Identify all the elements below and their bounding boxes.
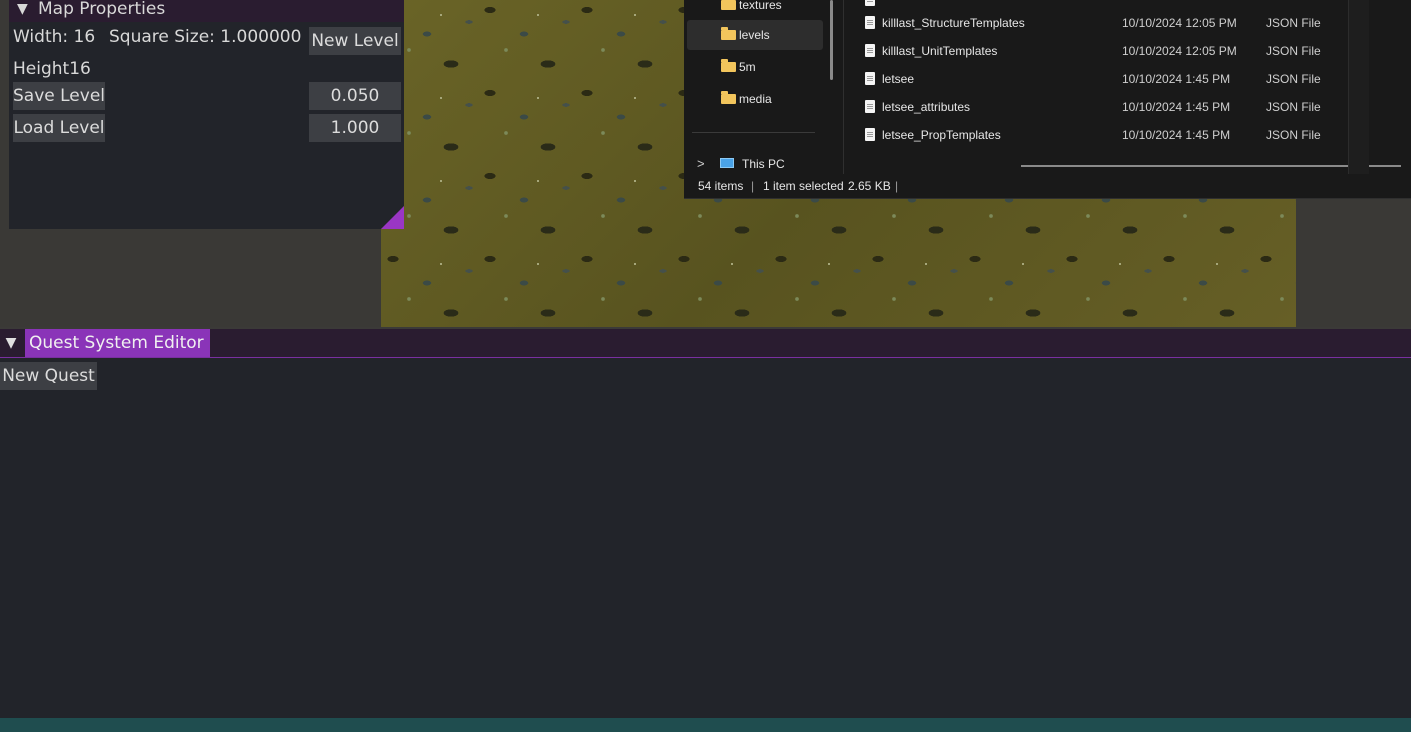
navigation-pane: textures levels 5m media > This PC [684, 0, 834, 174]
file-name: letsee [882, 72, 915, 86]
resize-grip[interactable] [381, 206, 404, 229]
width-label: Width: 16 [13, 27, 96, 47]
nav-scrollbar[interactable] [830, 0, 833, 80]
file-icon [865, 100, 875, 113]
file-date: 10/10/2024 1:45 PM [1122, 128, 1231, 142]
selection-count: 1 item selected [763, 179, 844, 193]
file-date: 10/10/2024 12:05 PM [1122, 44, 1237, 58]
file-explorer-window: textures levels 5m media > This PC killl… [684, 0, 1411, 199]
file-type: JSON File [1266, 16, 1321, 30]
nav-item-label: levels [739, 28, 770, 42]
horizontal-scrollbar[interactable] [1021, 165, 1401, 167]
file-type: JSON File [1266, 100, 1321, 114]
file-icon [865, 72, 875, 85]
map-properties-titlebar[interactable]: ▼ Map Properties [9, 0, 404, 22]
value-field-a[interactable]: 0.050 [309, 82, 401, 110]
map-properties-title: Map Properties [38, 0, 166, 19]
file-date: 10/10/2024 1:45 PM [1122, 100, 1231, 114]
status-bar: 54 items | 1 item selected 2.65 KB | [684, 174, 1411, 198]
file-name: killlast_StructureTemplates [882, 16, 1025, 30]
quest-editor-title: Quest System Editor [25, 329, 210, 357]
file-date: 10/10/2024 12:05 PM [1122, 16, 1237, 30]
taskbar [0, 718, 1411, 732]
nav-divider [692, 132, 815, 133]
height-label: Height16 [13, 59, 91, 79]
nav-item-label: 5m [739, 60, 756, 74]
file-icon [865, 44, 875, 57]
status-separator: | [895, 179, 899, 193]
collapse-icon[interactable]: ▼ [0, 329, 22, 357]
file-row[interactable]: letsee_PropTemplates 10/10/2024 1:45 PM … [844, 121, 1350, 149]
load-level-button[interactable]: Load Level [13, 114, 105, 142]
file-type: JSON File [1266, 44, 1321, 58]
status-separator: | [751, 179, 755, 193]
new-quest-button[interactable]: New Quest [0, 362, 97, 390]
file-icon [865, 0, 875, 6]
save-level-button[interactable]: Save Level [13, 82, 105, 110]
nav-item-5m[interactable]: 5m [687, 52, 823, 82]
computer-icon [720, 158, 734, 168]
quest-editor-titlebar[interactable]: ▼ Quest System Editor [0, 329, 1411, 358]
file-row[interactable]: killlast_UnitTemplates 10/10/2024 12:05 … [844, 37, 1350, 65]
selection-size: 2.65 KB [848, 179, 891, 193]
file-date: 10/10/2024 1:45 PM [1122, 72, 1231, 86]
nav-item-levels[interactable]: levels [687, 20, 823, 50]
value-field-b[interactable]: 1.000 [309, 114, 401, 142]
nav-item-textures[interactable]: textures [687, 0, 823, 20]
file-type: JSON File [1266, 72, 1321, 86]
file-name: letsee_PropTemplates [882, 128, 1001, 142]
file-name: killlast_UnitTemplates [882, 44, 998, 58]
square-size-label: Square Size: 1.000000 [109, 27, 302, 47]
file-icon [865, 16, 875, 29]
file-row[interactable]: killlast_StructureTemplates 10/10/2024 1… [844, 9, 1350, 37]
file-icon [865, 128, 875, 141]
file-row[interactable]: letsee 10/10/2024 1:45 PM JSON File [844, 65, 1350, 93]
new-level-button[interactable]: New Level [309, 27, 401, 55]
folder-icon [721, 27, 736, 40]
file-name: letsee_attributes [882, 100, 971, 114]
map-properties-window: ▼ Map Properties Width: 16 Square Size: … [9, 0, 404, 229]
file-list: killlast_StructureTemplates 10/10/2024 1… [844, 0, 1401, 174]
folder-icon [721, 91, 736, 104]
quest-system-editor-window: ▼ Quest System Editor New Quest [0, 329, 1411, 718]
collapse-triangle-icon[interactable]: ▼ [17, 0, 28, 22]
file-type: JSON File [1266, 128, 1321, 142]
item-count: 54 items [698, 179, 744, 193]
nav-item-media[interactable]: media [687, 84, 823, 114]
folder-icon [721, 0, 736, 10]
file-row[interactable]: letsee_attributes 10/10/2024 1:45 PM JSO… [844, 93, 1350, 121]
folder-icon [721, 59, 736, 72]
nav-item-label: media [739, 92, 772, 106]
vertical-scrollbar[interactable] [1348, 0, 1369, 174]
nav-item-label: textures [739, 0, 782, 12]
